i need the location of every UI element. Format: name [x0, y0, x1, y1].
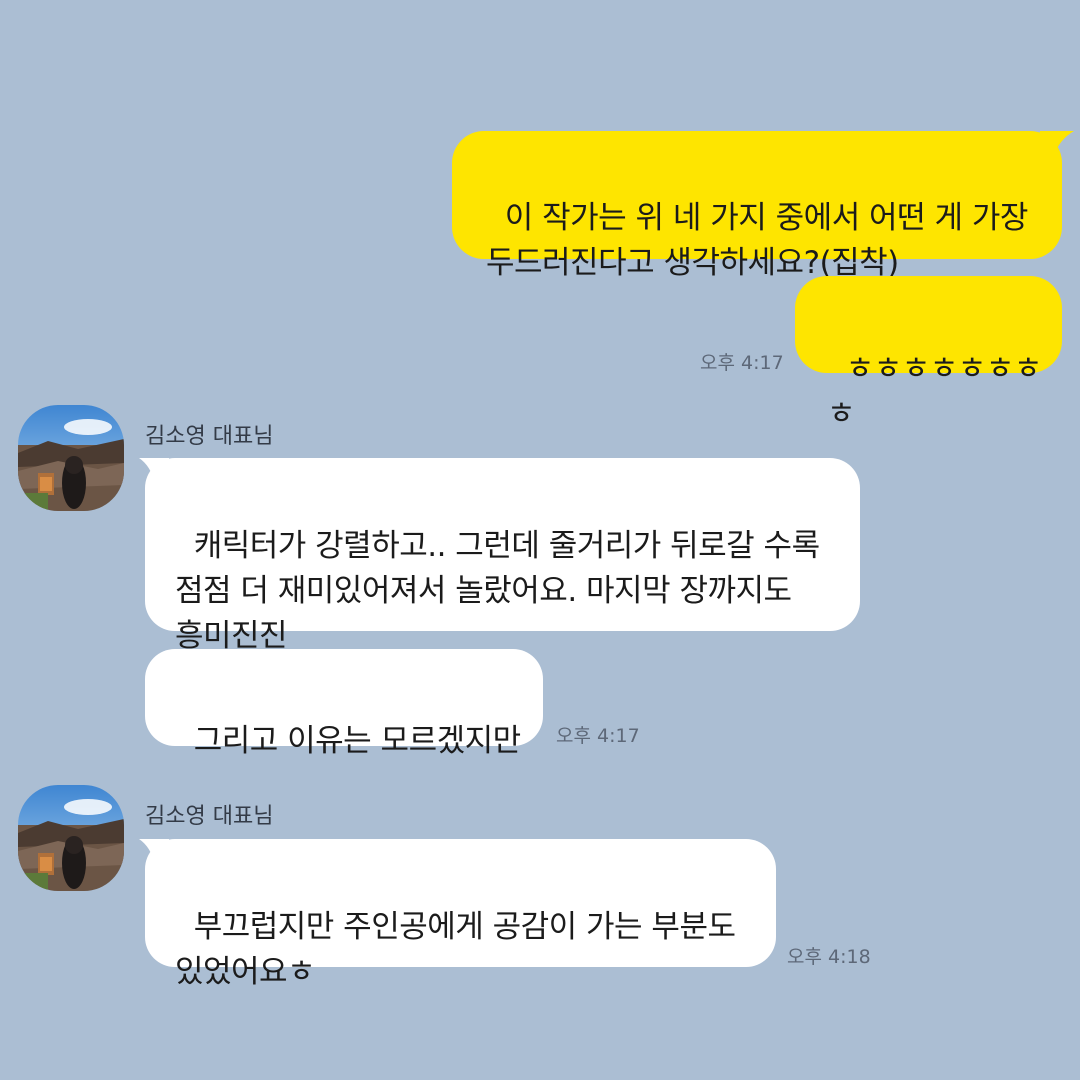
sender-name: 김소영 대표님 — [145, 804, 274, 829]
sender-name: 김소영 대표님 — [145, 424, 274, 449]
my-message-bubble[interactable]: 이 작가는 위 네 가지 중에서 어떤 게 가장 두드러진다고 생각하세요?(집… — [452, 131, 1062, 281]
message-text: 캐릭터가 강렬하고.. 그런데 줄거리가 뒤로갈 수록 점점 더 재미있어져서 … — [175, 528, 820, 654]
profile-photo-icon — [18, 405, 124, 511]
message-text: 그리고 이유는 모르겠지만 — [193, 723, 521, 759]
my-message-bubble[interactable]: ㅎㅎㅎㅎㅎㅎㅎㅎ — [795, 276, 1062, 432]
message-text: ㅎㅎㅎㅎㅎㅎㅎㅎ — [827, 351, 1042, 432]
message-timestamp: 오후 4:18 — [787, 946, 871, 968]
their-message-bubble[interactable]: 캐릭터가 강렬하고.. 그런데 줄거리가 뒤로갈 수록 점점 더 재미있어져서 … — [145, 458, 860, 654]
my-bubble-tail — [1040, 131, 1074, 155]
message-text: 이 작가는 위 네 가지 중에서 어떤 게 가장 두드러진다고 생각하세요?(집… — [486, 200, 1028, 281]
profile-photo-icon — [18, 785, 124, 891]
profile-avatar[interactable] — [18, 785, 124, 891]
message-timestamp: 오후 4:17 — [700, 352, 784, 374]
their-message-bubble[interactable]: 그리고 이유는 모르겠지만 — [145, 649, 543, 759]
profile-avatar[interactable] — [18, 405, 124, 511]
message-timestamp: 오후 4:17 — [556, 725, 640, 747]
their-message-bubble[interactable]: 부끄럽지만 주인공에게 공감이 가는 부분도 있었어요ㅎ — [145, 839, 776, 990]
message-text: 부끄럽지만 주인공에게 공감이 가는 부분도 있었어요ㅎ — [175, 909, 736, 990]
